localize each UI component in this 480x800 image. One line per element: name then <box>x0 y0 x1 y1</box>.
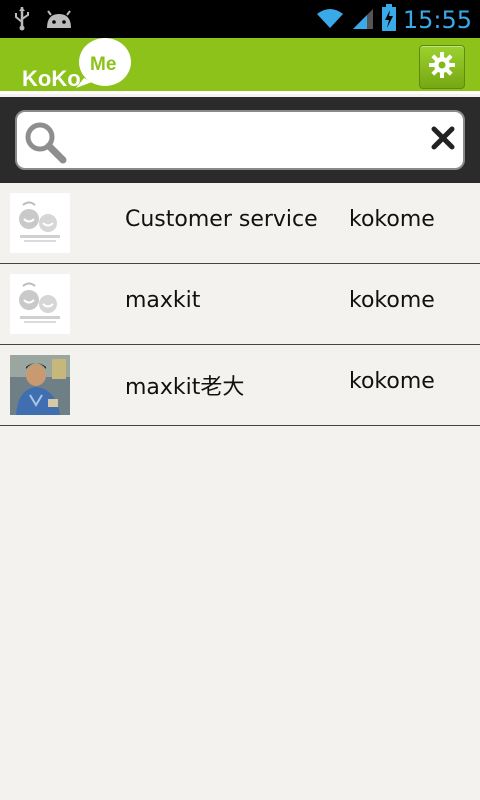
contact-name: Customer service <box>125 207 318 232</box>
gear-icon <box>428 51 456 83</box>
search-bar <box>0 97 480 183</box>
clock: 15:55 <box>402 6 472 34</box>
contact-name: maxkit老大 <box>125 375 245 400</box>
contact-account: kokome <box>349 288 435 313</box>
svg-text:KoKo: KoKo <box>22 66 81 91</box>
search-input[interactable] <box>79 120 423 162</box>
kokome-logo: KoKo Me <box>20 38 135 94</box>
close-icon[interactable] <box>431 126 455 154</box>
settings-button[interactable] <box>419 45 465 89</box>
svg-text:Me: Me <box>90 54 116 75</box>
battery-charging-icon <box>381 4 397 36</box>
contact-account: kokome <box>349 207 435 232</box>
contact-account: kokome <box>349 369 435 394</box>
status-bar: 15:55 <box>0 0 480 38</box>
kokome-logo-avatar <box>10 193 70 253</box>
signal-icon <box>351 5 375 35</box>
search-box[interactable] <box>15 110 465 170</box>
list-item[interactable]: maxkit老大 kokome <box>0 345 480 426</box>
usb-icon <box>14 6 30 36</box>
list-item[interactable]: maxkit kokome <box>0 264 480 345</box>
contact-name: maxkit <box>125 288 201 313</box>
list-item[interactable]: Customer service kokome <box>0 183 480 264</box>
wifi-icon <box>315 6 345 34</box>
app-header: KoKo Me <box>0 38 480 94</box>
kokome-logo-avatar <box>10 274 70 334</box>
contact-list: Customer service kokome maxkit kokome ma… <box>0 183 480 426</box>
photo-avatar <box>10 355 70 415</box>
magnifier-icon <box>23 120 67 168</box>
android-debug-icon <box>44 8 74 34</box>
